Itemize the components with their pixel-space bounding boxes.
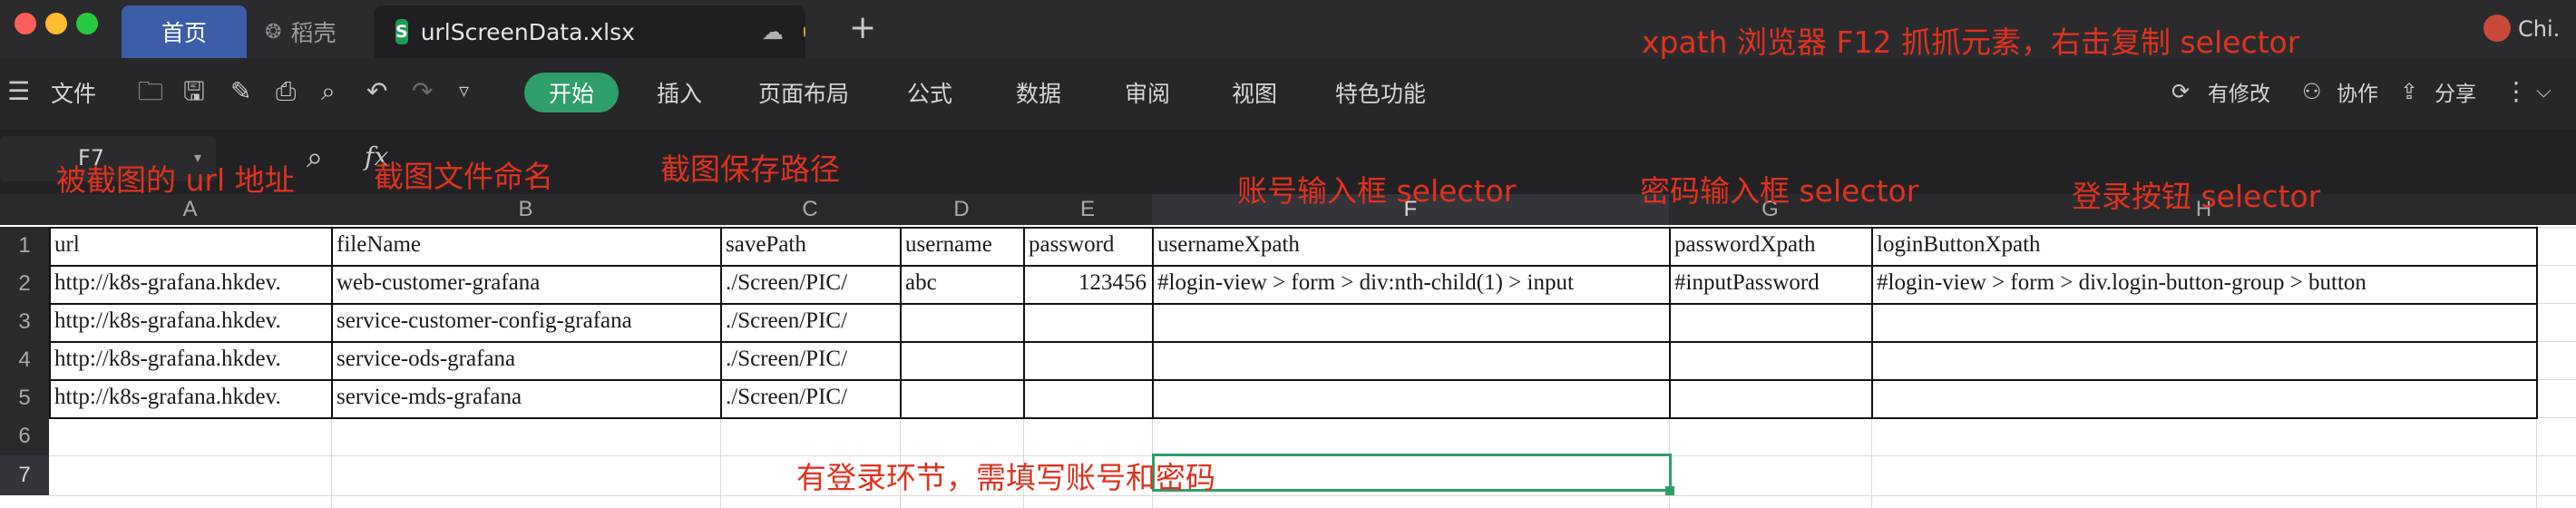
spreadsheet-icon: S xyxy=(395,19,408,44)
cell-a3[interactable]: http://k8s-grafana.hkdev. xyxy=(51,303,331,341)
tab-home[interactable]: 首页 xyxy=(122,5,247,58)
row-header-2[interactable]: 2 xyxy=(0,265,49,303)
collab-icon: ⚇ xyxy=(2302,79,2322,104)
select-all-corner[interactable] xyxy=(0,194,49,225)
tab-home-label: 首页 xyxy=(161,20,207,46)
collapse-chevron-icon[interactable]: ⌵ xyxy=(2536,78,2552,105)
column-header-d[interactable]: D xyxy=(900,194,1023,225)
cell-b5[interactable]: service-mds-grafana xyxy=(333,379,720,417)
column-header-c[interactable]: C xyxy=(720,194,900,225)
cell-b1[interactable]: fileName xyxy=(333,227,720,265)
cell-g2[interactable]: #inputPassword xyxy=(1671,265,1871,303)
cell-c4[interactable]: ./Screen/PIC/ xyxy=(722,341,900,379)
cell-d2[interactable]: abc xyxy=(902,265,1023,303)
cell-h1[interactable]: loginButtonXpath xyxy=(1873,227,2536,265)
annotation-savepath: 截图保存路径 xyxy=(660,151,840,187)
save-icon[interactable]: 🖫 xyxy=(183,78,205,105)
user-name: Chi. xyxy=(2518,16,2561,42)
cell-d1[interactable]: username xyxy=(902,227,1023,265)
modified-icon: ⟳ xyxy=(2171,79,2191,104)
cell-c1[interactable]: savePath xyxy=(722,227,900,265)
more-vertical-icon[interactable]: ⋮ xyxy=(2503,78,2529,105)
grid-row-line xyxy=(49,495,2576,496)
column-header-e[interactable]: E xyxy=(1023,194,1152,225)
menu-file[interactable]: 文件 xyxy=(51,76,96,109)
modified-button[interactable]: 有修改 xyxy=(2208,76,2270,107)
open-folder-icon[interactable]: 🗀 xyxy=(138,78,163,105)
cell-c3[interactable]: ./Screen/PIC/ xyxy=(722,303,900,341)
cloud-icon: ☁ xyxy=(761,19,784,44)
tab-daoke[interactable]: ❂ 稻壳 xyxy=(258,5,366,58)
column-header-b[interactable]: B xyxy=(331,194,720,225)
table-border-line xyxy=(2536,227,2538,417)
close-window-button[interactable] xyxy=(15,13,36,34)
format-painter-icon[interactable]: ✎ xyxy=(230,78,251,105)
new-tab-button[interactable]: + xyxy=(849,9,876,46)
print-preview-icon[interactable]: ⌕ xyxy=(321,78,336,105)
selected-cell-f7[interactable] xyxy=(1152,454,1672,492)
cell-a5[interactable]: http://k8s-grafana.hkdev. xyxy=(51,379,331,417)
menu-bar: ☰ 文件 🗀 🖫 ✎ ⎙ ⌕ ↶ ↷ ▿ 开始 插入 页面布局 公式 数据 审阅… xyxy=(0,58,2576,129)
cell-b3[interactable]: service-customer-config-grafana xyxy=(333,303,720,341)
redo-icon[interactable]: ↷ xyxy=(412,78,433,105)
avatar[interactable] xyxy=(2483,15,2511,42)
menu-review[interactable]: 审阅 xyxy=(1125,76,1170,109)
tab-daoke-label: 稻壳 xyxy=(290,20,337,46)
share-button[interactable]: 分享 xyxy=(2435,76,2476,107)
minimize-window-button[interactable] xyxy=(45,13,67,34)
maximize-window-button[interactable] xyxy=(76,13,98,34)
hamburger-menu-icon[interactable]: ☰ xyxy=(7,78,30,105)
tab-file[interactable]: S urlScreenData.xlsx ☁ xyxy=(374,5,805,58)
annotation-xpath-tip: xpath 浏览器 F12 抓抓元素，右击复制 selector xyxy=(1642,24,2300,60)
annotation-username-selector: 账号输入框 selector xyxy=(1237,173,1517,209)
cell-f1[interactable]: usernameXpath xyxy=(1154,227,1669,265)
cell-e2[interactable]: 123456 xyxy=(1025,265,1152,303)
cell-a2[interactable]: http://k8s-grafana.hkdev. xyxy=(51,265,331,303)
row-header-7[interactable]: 7 xyxy=(0,455,49,495)
cell-b4[interactable]: service-ods-grafana xyxy=(333,341,720,379)
menu-start[interactable]: 开始 xyxy=(524,73,619,112)
menu-page-layout[interactable]: 页面布局 xyxy=(758,76,849,109)
annotation-url: 被截图的 url 地址 xyxy=(56,162,295,198)
annotation-filename: 截图文件命名 xyxy=(374,159,553,194)
cell-a4[interactable]: http://k8s-grafana.hkdev. xyxy=(51,341,331,379)
menu-view[interactable]: 视图 xyxy=(1232,76,1277,109)
print-icon[interactable]: ⎙ xyxy=(276,78,296,105)
more-dropdown-icon[interactable]: ▿ xyxy=(459,78,469,105)
cell-h2[interactable]: #login-view > form > div.login-button-gr… xyxy=(1873,265,2536,303)
cell-b2[interactable]: web-customer-grafana xyxy=(333,265,720,303)
zoom-search-icon[interactable]: ⌕ xyxy=(307,140,323,175)
menu-insert[interactable]: 插入 xyxy=(657,76,702,109)
row-header-1[interactable]: 1 xyxy=(0,227,49,265)
collab-button[interactable]: 协作 xyxy=(2337,76,2378,107)
tab-file-label: urlScreenData.xlsx xyxy=(420,18,635,45)
row-header-5[interactable]: 5 xyxy=(0,379,49,417)
row-header-6[interactable]: 6 xyxy=(0,417,49,455)
annotation-login-note: 有登录环节，需填写账号和密码 xyxy=(796,460,1215,495)
cell-e1[interactable]: password xyxy=(1025,227,1152,265)
cell-c5[interactable]: ./Screen/PIC/ xyxy=(722,379,900,417)
row-header-4[interactable]: 4 xyxy=(0,341,49,379)
menu-special[interactable]: 特色功能 xyxy=(1335,76,1426,109)
daoke-icon: ❂ xyxy=(265,20,282,44)
annotation-button-selector: 登录按钮 selector xyxy=(2072,179,2321,214)
cell-c2[interactable]: ./Screen/PIC/ xyxy=(722,265,900,303)
undo-icon[interactable]: ↶ xyxy=(366,78,387,105)
share-icon: ⇪ xyxy=(2400,79,2419,104)
row-header-3[interactable]: 3 xyxy=(0,303,49,341)
unsaved-dot-icon xyxy=(803,26,805,37)
cell-g1[interactable]: passwordXpath xyxy=(1671,227,1871,265)
menu-formula[interactable]: 公式 xyxy=(907,76,952,109)
annotation-password-selector: 密码输入框 selector xyxy=(1640,173,1919,209)
menu-data[interactable]: 数据 xyxy=(1016,76,1061,109)
table-border-line xyxy=(49,417,2538,419)
cell-f2[interactable]: #login-view > form > div:nth-child(1) > … xyxy=(1154,265,1669,303)
cell-a1[interactable]: url xyxy=(51,227,331,265)
fill-handle[interactable] xyxy=(1665,486,1674,495)
